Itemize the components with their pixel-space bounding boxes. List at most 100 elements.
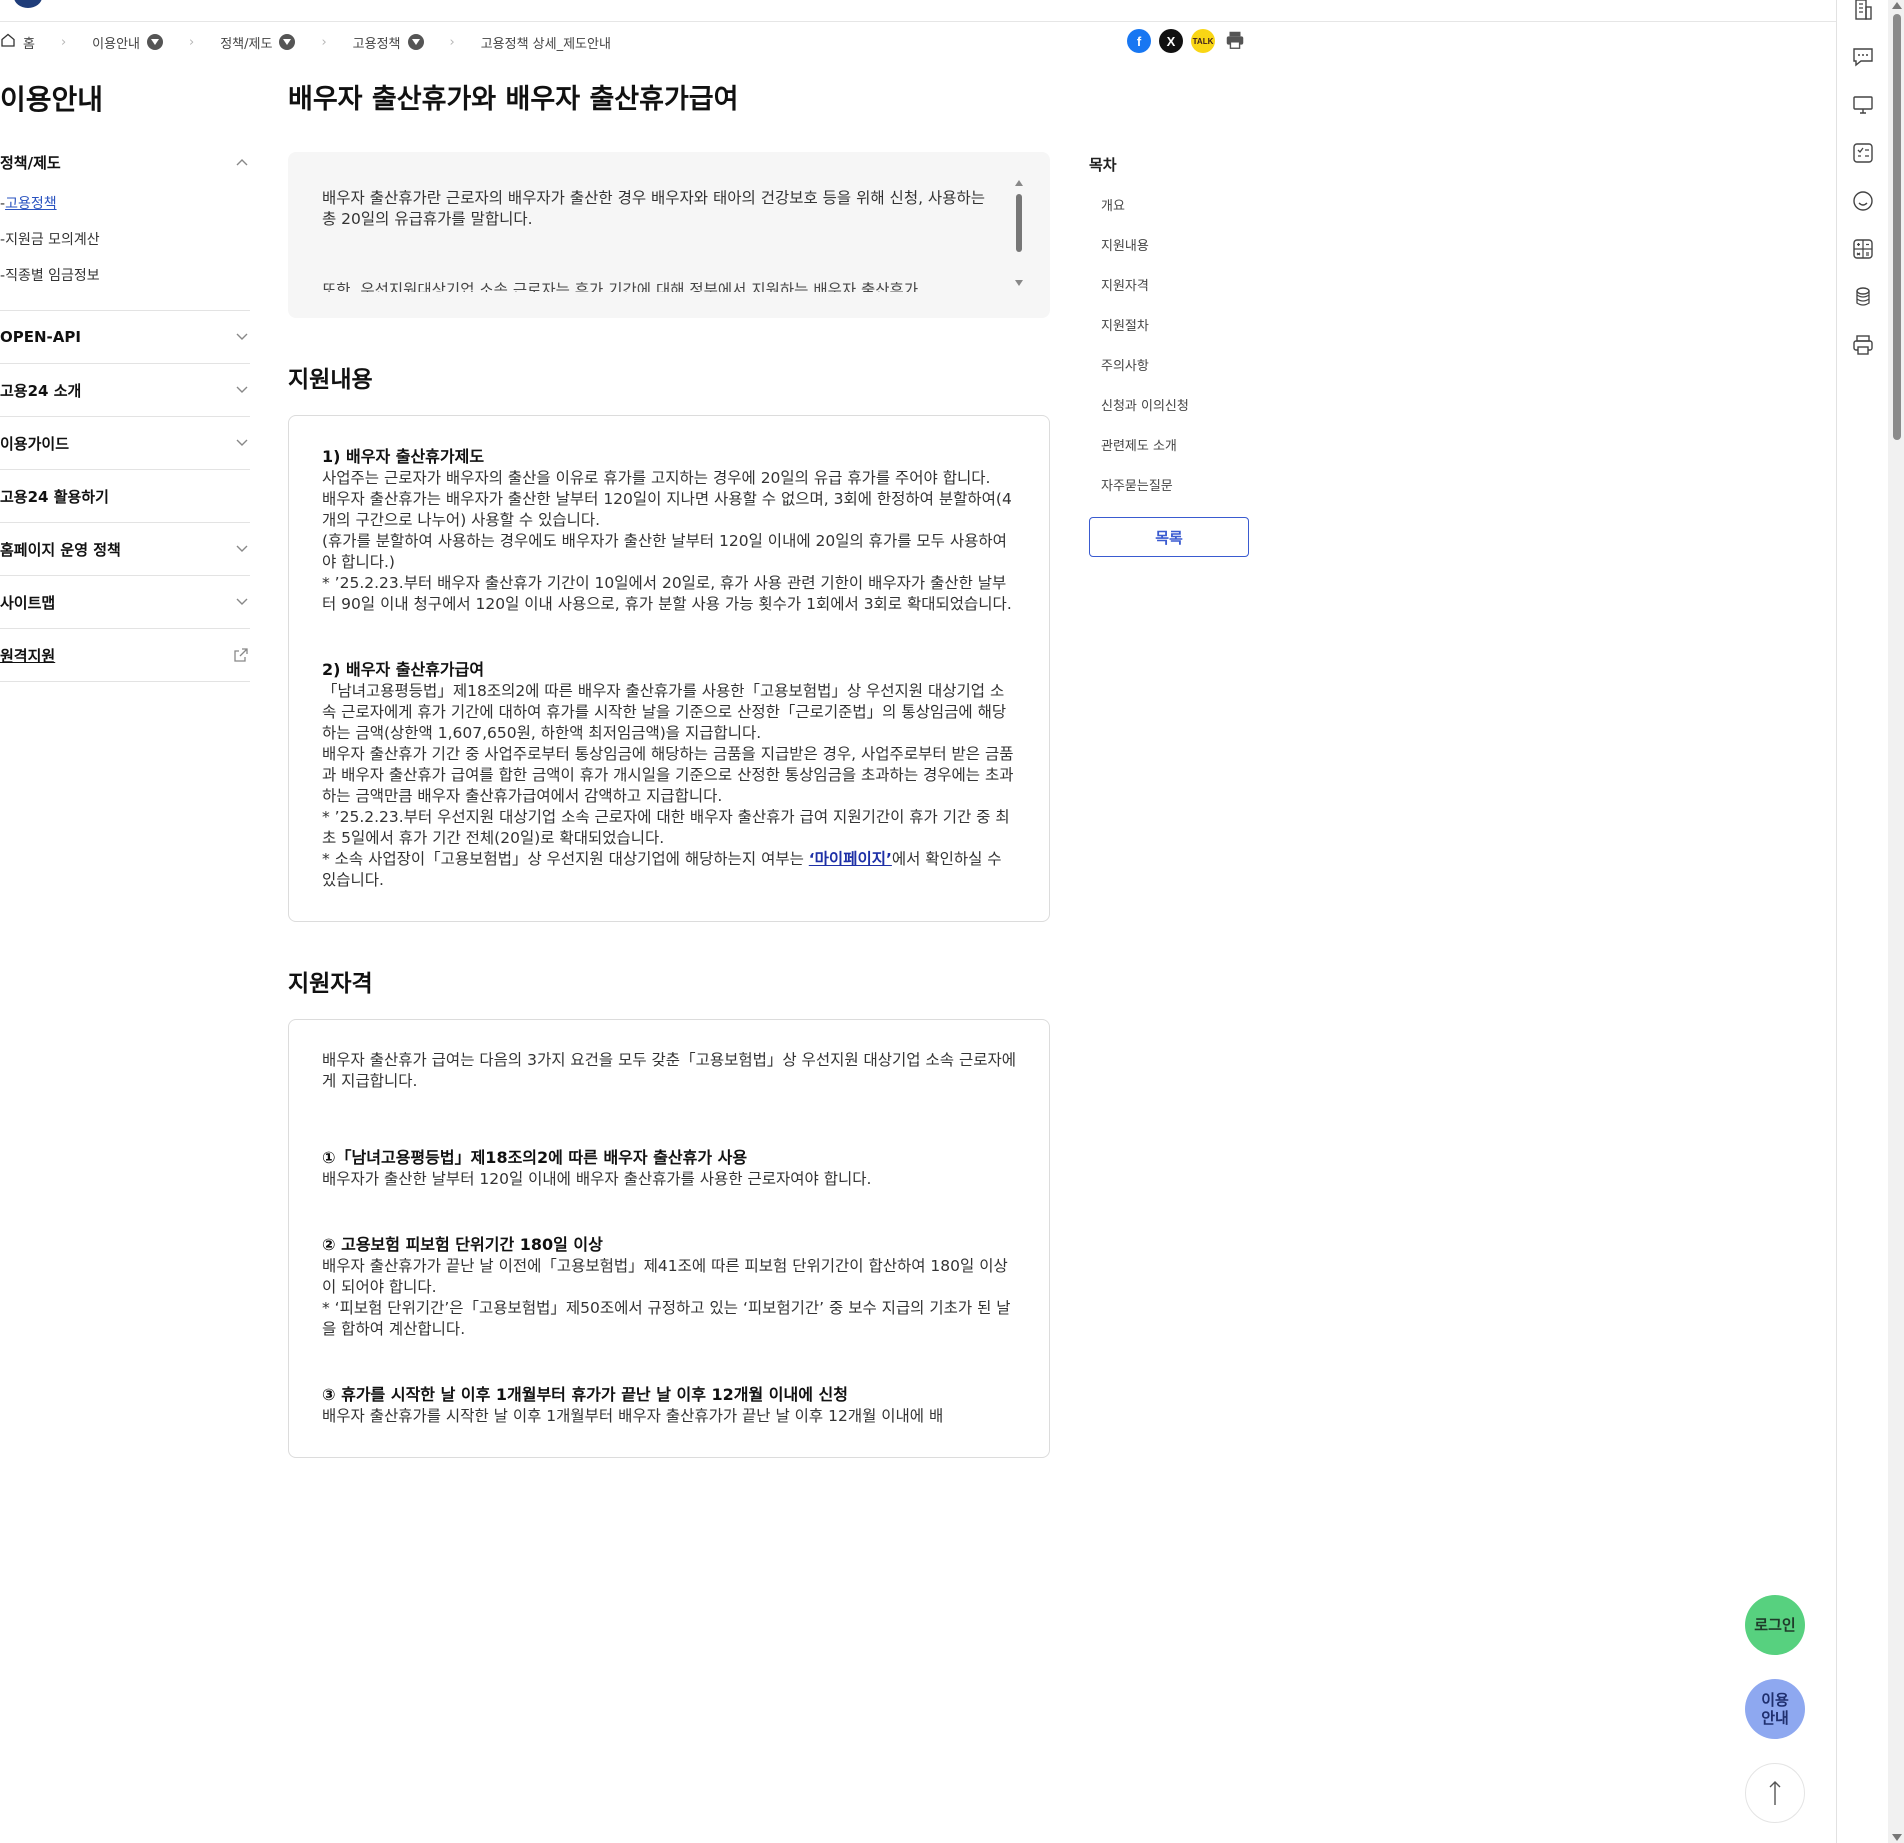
building-icon[interactable] (1851, 0, 1875, 22)
chevron-down-icon (236, 333, 248, 340)
breadcrumb-label: 정책/제도 (220, 36, 273, 52)
coins-icon[interactable] (1851, 285, 1875, 309)
chevron-down-icon[interactable] (407, 34, 424, 50)
toc-item-procedure[interactable]: 지원절차 (1089, 317, 1251, 357)
checklist-icon[interactable] (1851, 141, 1875, 165)
chevron-down-icon (236, 439, 248, 446)
overview-scrollbar[interactable] (1014, 180, 1024, 286)
breadcrumb-item-guide[interactable]: 이용안내 (92, 33, 164, 52)
lnb-subitem-label: 지원금 모의계산 (5, 232, 100, 248)
subheading: 1) 배우자 출산휴가제도 (322, 447, 485, 466)
table-of-contents: 목차 개요 지원내용 지원자격 지원절차 주의사항 신청과 이의신청 관련제도 … (1089, 155, 1251, 557)
calculator-icon[interactable] (1851, 237, 1875, 261)
facebook-icon: f (1136, 33, 1142, 49)
toc-item-faq[interactable]: 자주묻는질문 (1089, 477, 1251, 517)
lnb-group-about: 고용24 소개 (0, 364, 250, 417)
paragraph: 배우자 출산휴가가 끝난 날 이전에「고용보험법」제41조에 따른 피보험 단위… (322, 1257, 1008, 1296)
lnb-group-remote: 원격지원 (0, 629, 250, 682)
breadcrumb-home-label: 홈 (23, 36, 35, 52)
guide-label-line2: 안내 (1761, 1709, 1789, 1727)
kakaotalk-share-button[interactable]: TALK (1191, 29, 1215, 53)
lnb-item-label: 사이트맵 (0, 593, 56, 612)
lnb-group-site-policy: 홈페이지 운영 정책 (0, 523, 250, 576)
left-navigation: 이용안내 정책/제도 -고용정책 -지원금 모의계산 -직종별 임금정보 OPE… (0, 80, 250, 682)
lnb-item-policy[interactable]: 정책/제도 (0, 138, 250, 186)
home-icon (0, 32, 16, 52)
smile-icon[interactable] (1851, 189, 1875, 213)
breadcrumb-separator: › (321, 34, 327, 50)
printer-icon[interactable] (1851, 333, 1875, 357)
breadcrumb-item-policy[interactable]: 정책/제도 (220, 33, 296, 52)
list-button[interactable]: 목록 (1089, 517, 1249, 557)
toc-item-cautions[interactable]: 주의사항 (1089, 357, 1251, 397)
external-link-icon (234, 648, 248, 662)
lnb-item-openapi[interactable]: OPEN-API (0, 311, 250, 363)
overview-text-cut: 또한, 우선지원대상기업 소속 근로자는 휴가 기간에 대해 정부에서 지원하는… (322, 281, 919, 292)
facebook-share-button[interactable]: f (1127, 29, 1151, 53)
section-title-eligibility: 지원자격 (288, 971, 373, 997)
lnb-subitem-wage-info[interactable]: -직종별 임금정보 (0, 258, 250, 294)
toc-item-overview[interactable]: 개요 (1089, 197, 1251, 237)
page-scrollbar[interactable] (1888, 0, 1904, 1843)
chevron-down-icon (236, 545, 248, 552)
paragraph: 배우자가 출산한 날부터 120일 이내에 배우자 출산휴가를 사용한 근로자여… (322, 1170, 872, 1188)
breadcrumb-separator: › (189, 34, 195, 50)
note-paragraph: * ’25.2.23.부터 배우자 출산휴가 기간이 10일에서 20일로, 휴… (322, 574, 1012, 613)
paragraph: 사업주는 근로자가 배우자의 출산을 이유로 휴가를 고지하는 경우에 20일의… (322, 469, 991, 487)
lnb-item-about[interactable]: 고용24 소개 (0, 364, 250, 416)
lnb-item-sitemap[interactable]: 사이트맵 (0, 576, 250, 628)
toc-item-application[interactable]: 신청과 이의신청 (1089, 397, 1251, 437)
chat-icon[interactable] (1851, 45, 1875, 69)
paragraph: 배우자 출산휴가 기간 중 사업주로부터 통상임금에 해당하는 금품을 지급받은… (322, 745, 1014, 805)
lnb-group-guide: 이용가이드 (0, 417, 250, 470)
scroll-thumb[interactable] (1016, 194, 1022, 252)
breadcrumb-label: 고용정책 (352, 36, 401, 52)
breadcrumb-separator: › (60, 34, 67, 50)
chevron-down-icon[interactable] (279, 34, 296, 50)
breadcrumb-item-current: 고용정책 상세_제도안내 (481, 33, 611, 52)
lnb-item-utilize[interactable]: 고용24 활용하기 (0, 470, 250, 522)
scroll-up-arrow-icon[interactable] (1015, 180, 1023, 186)
lnb-item-label: 정책/제도 (0, 153, 61, 172)
scroll-down-arrow-icon[interactable] (1892, 1834, 1902, 1841)
toc-item-eligibility[interactable]: 지원자격 (1089, 277, 1251, 317)
mypage-link[interactable]: ‘마이페이지’ (809, 850, 892, 868)
scroll-to-top-button[interactable] (1745, 1763, 1805, 1823)
lnb-item-remote-support[interactable]: 원격지원 (0, 629, 250, 681)
breadcrumb-item-employment-policy[interactable]: 고용정책 (353, 33, 424, 52)
note-paragraph: * ’25.2.23.부터 우선지원 대상기업 소속 근로자에 대한 배우자 출… (322, 808, 1010, 847)
toc-item-related[interactable]: 관련제도 소개 (1089, 437, 1251, 477)
monitor-icon[interactable] (1851, 93, 1875, 117)
login-floating-button[interactable]: 로그인 (1745, 1595, 1805, 1655)
lnb-subitem-subsidy-calc[interactable]: -지원금 모의계산 (0, 222, 250, 258)
scroll-up-arrow-icon[interactable] (1892, 2, 1902, 9)
toc-item-support-content[interactable]: 지원내용 (1089, 237, 1251, 277)
page-scroll-thumb[interactable] (1893, 14, 1901, 440)
chevron-down-icon[interactable] (147, 34, 164, 50)
guide-floating-button[interactable]: 이용 안내 (1745, 1679, 1805, 1739)
share-buttons: f X TALK (1127, 29, 1247, 53)
breadcrumb-home[interactable]: 홈 (0, 32, 35, 52)
scroll-down-arrow-icon[interactable] (1015, 280, 1023, 286)
arrow-up-icon (1769, 1781, 1781, 1805)
subheading: ③ 휴가를 시작한 날 이후 1개월부터 휴가가 끝난 날 이후 12개월 이내… (322, 1385, 848, 1404)
toc-list: 개요 지원내용 지원자격 지원절차 주의사항 신청과 이의신청 관련제도 소개 … (1089, 197, 1251, 517)
paragraph: 배우자 출산휴가 급여는 다음의 3가지 요건을 모두 갖춘「고용보험법」상 우… (322, 1051, 1016, 1090)
breadcrumb-label: 이용안내 (92, 36, 141, 52)
lnb-subitem-employment-policy[interactable]: -고용정책 (0, 186, 250, 222)
chevron-down-icon (236, 386, 248, 393)
lnb-item-label: 홈페이지 운영 정책 (0, 540, 121, 559)
printer-icon (1224, 29, 1246, 54)
lnb-item-site-policy[interactable]: 홈페이지 운영 정책 (0, 523, 250, 575)
x-share-button[interactable]: X (1159, 29, 1183, 53)
note-paragraph: * 소속 사업장이「고용보험법」상 우선지원 대상기업에 해당하는지 여부는 ‘… (322, 849, 1017, 891)
lnb-item-label: 고용24 활용하기 (0, 487, 109, 506)
print-button[interactable] (1223, 29, 1247, 53)
lnb-item-label: OPEN-API (0, 328, 81, 346)
overview-box[interactable]: 배우자 출산휴가란 근로자의 배우자가 출산한 경우 배우자와 태아의 건강보호… (288, 152, 1050, 318)
paragraph: 배우자 출산휴가는 배우자가 출산한 날부터 120일이 지나면 사용할 수 없… (322, 490, 1012, 529)
quick-menu-bar (1836, 0, 1888, 1843)
lnb-group-utilize: 고용24 활용하기 (0, 470, 250, 523)
lnb-item-guide[interactable]: 이용가이드 (0, 417, 250, 469)
site-logo[interactable] (14, 0, 42, 8)
